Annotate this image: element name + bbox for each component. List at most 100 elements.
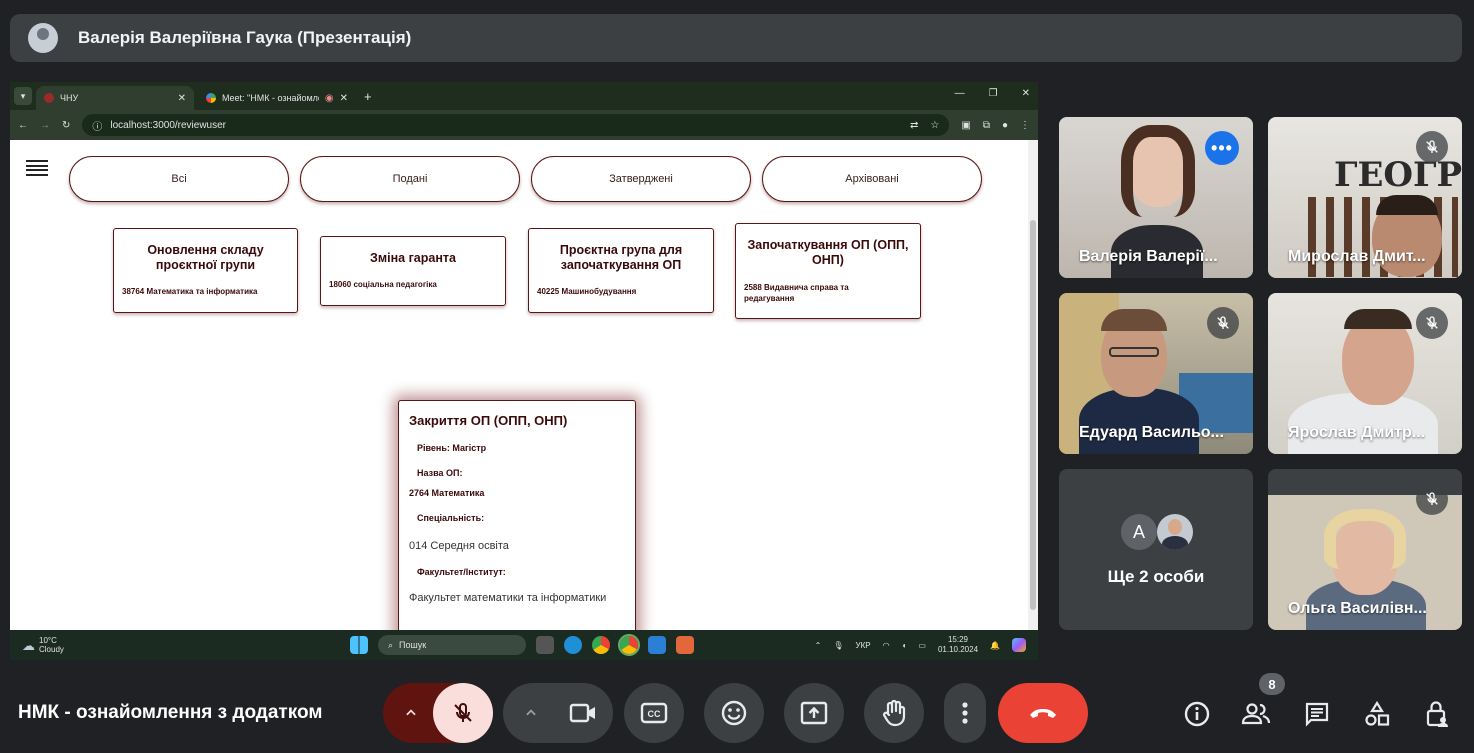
close-icon[interactable]: ✕ [178, 93, 186, 104]
emoji-icon [721, 700, 747, 726]
shared-screen: ▾ ЧНУ ✕ Meet: "НМК - ознайомлен ◉ ✕ + — … [10, 82, 1038, 660]
participant-tile[interactable]: ••• Валерія Валерії... [1059, 117, 1253, 278]
more-options-icon[interactable]: ••• [1205, 131, 1239, 165]
leave-call-button[interactable] [998, 683, 1088, 743]
menu-icon[interactable]: ⋮ [1020, 120, 1030, 131]
close-window-icon[interactable]: ✕ [1022, 88, 1030, 99]
clock[interactable]: 15:29 01.10.2024 [938, 635, 978, 655]
meeting-details-button[interactable] [1181, 698, 1213, 730]
extensions-puzzle-icon[interactable]: ⧉ [983, 120, 990, 131]
weather-temp: 10°C [39, 636, 57, 645]
volume-icon[interactable]: ◖ [902, 641, 907, 650]
videocam-icon [569, 703, 595, 723]
vscode-icon[interactable] [648, 636, 666, 654]
request-card[interactable]: Започаткування ОП (ОПП, ОНП) 2588 Видавн… [735, 223, 921, 319]
language-indicator[interactable]: УКР [856, 641, 871, 650]
back-icon[interactable]: ← [18, 120, 28, 131]
extension-icon[interactable]: ▣ [961, 120, 970, 131]
bookmark-star-icon[interactable]: ☆ [930, 120, 939, 131]
tab-title: Meet: "НМК - ознайомлен [222, 93, 319, 103]
captions-button[interactable]: CC [624, 683, 684, 743]
filter-all-button[interactable]: Всі [69, 156, 289, 202]
mic-toggle-button[interactable] [433, 683, 493, 743]
chevron-up-icon [405, 709, 416, 716]
start-icon[interactable] [350, 636, 368, 654]
system-tray: ⌃ 🎙 УКР ◠ ◖ ▭ 15:29 01.10.2024 🔔 [815, 635, 1026, 655]
info-icon [1184, 701, 1210, 727]
hamburger-menu-icon[interactable] [26, 160, 48, 176]
presenter-bar: Валерія Валеріївна Гаука (Презентація) [10, 14, 1462, 62]
participant-avatar: A [1121, 514, 1157, 550]
chrome-active-icon[interactable] [618, 634, 640, 656]
participant-avatar-photo [1157, 514, 1193, 550]
url-field[interactable]: ⓘ localhost:3000/reviewuser ⇄ ☆ [82, 114, 950, 136]
wall-letters: ГЕОГР [1334, 155, 1462, 195]
task-view-icon[interactable] [536, 636, 554, 654]
copilot-icon[interactable] [1012, 638, 1026, 652]
profile-icon[interactable]: ● [1002, 120, 1008, 131]
site-info-icon[interactable]: ⓘ [92, 118, 102, 133]
taskbar-search[interactable]: ⌕ Пошук [378, 635, 526, 655]
weather-widget[interactable]: ☁ 10°C Cloudy [22, 636, 64, 654]
participant-count-badge: 8 [1259, 673, 1285, 695]
participant-tile[interactable]: Едуард Васильо... [1059, 293, 1253, 454]
people-button[interactable] [1240, 698, 1272, 730]
host-controls-button[interactable] [1421, 698, 1453, 730]
request-title: Оновлення складу проєктної групи [147, 243, 264, 272]
page-scrollbar[interactable] [1028, 140, 1038, 630]
more-options-button[interactable] [944, 683, 986, 743]
edge-icon[interactable] [564, 636, 582, 654]
reload-icon[interactable]: ↻ [62, 120, 70, 131]
presenter-name: Валерія Валеріївна Гаука (Презентація) [78, 28, 412, 47]
meeting-title: НМК - ознайомлення з додатком [18, 702, 323, 723]
minimize-icon[interactable]: — [955, 88, 965, 99]
more-participants-tile[interactable]: A Ще 2 особи [1059, 469, 1253, 630]
close-icon[interactable]: ✕ [340, 93, 348, 104]
microphone-icon[interactable]: 🎙 [833, 641, 843, 650]
participant-tile[interactable]: ГЕОГР Мирослав Дмит... [1268, 117, 1462, 278]
request-card[interactable]: Проєктна група для започаткування ОП 402… [528, 228, 714, 313]
forward-icon[interactable]: → [40, 120, 50, 131]
request-subtitle: 38764 Математика та інформатика [122, 287, 258, 296]
tab-search-button[interactable]: ▾ [14, 87, 32, 105]
participant-name: Ольга Василівн... [1288, 600, 1427, 617]
raise-hand-button[interactable] [864, 683, 924, 743]
reactions-button[interactable] [704, 683, 764, 743]
taskbar-apps: ⌕ Пошук [350, 634, 694, 656]
filter-submitted-button[interactable]: Подані [300, 156, 520, 202]
window-controls: — ❐ ✕ [955, 88, 1030, 99]
url-text: localhost:3000/reviewuser [110, 119, 227, 131]
tab-chnu[interactable]: ЧНУ ✕ [36, 86, 194, 110]
new-tab-button[interactable]: + [364, 89, 372, 104]
chevron-up-icon[interactable]: ⌃ [815, 641, 822, 650]
restore-icon[interactable]: ❐ [989, 88, 998, 99]
participant-tile[interactable]: Ольга Василівн... [1268, 469, 1462, 630]
chevron-up-icon [525, 709, 536, 716]
mic-options-button[interactable] [383, 706, 438, 720]
notification-bell-icon[interactable]: 🔔 [990, 641, 1000, 650]
activities-button[interactable] [1361, 698, 1393, 730]
browser-tabbar: ▾ ЧНУ ✕ Meet: "НМК - ознайомлен ◉ ✕ + — … [10, 82, 1038, 110]
request-subtitle: 40225 Машинобудування [537, 287, 637, 296]
camera-control-group [503, 683, 613, 743]
camera-options-button[interactable] [503, 706, 558, 720]
chrome-icon[interactable] [592, 636, 610, 654]
participant-name: Едуард Васильо... [1079, 424, 1224, 441]
mic-off-icon [454, 702, 472, 722]
filter-archived-button[interactable]: Архівовані [762, 156, 982, 202]
request-card[interactable]: Оновлення складу проєктної групи 38764 М… [113, 228, 298, 313]
translate-icon[interactable]: ⇄ [910, 120, 918, 131]
present-screen-button[interactable] [784, 683, 844, 743]
request-detail-card[interactable]: Закриття ОП (ОПП, ОНП) Рівень: Магістр Н… [398, 400, 636, 660]
filter-approved-button[interactable]: Затверджені [531, 156, 751, 202]
request-card[interactable]: Зміна гаранта 18060 соціальна педагогіка [320, 236, 506, 306]
wifi-icon[interactable]: ◠ [883, 641, 890, 650]
chat-button[interactable] [1301, 698, 1333, 730]
xampp-icon[interactable] [676, 636, 694, 654]
presenter-avatar [28, 23, 58, 53]
battery-icon[interactable]: ▭ [918, 641, 926, 650]
camera-toggle-button[interactable] [553, 683, 613, 743]
participant-tile[interactable]: Ярослав Дмитр... [1268, 293, 1462, 454]
faculty-value: Факультет математики та інформатики [409, 592, 607, 604]
tab-meet[interactable]: Meet: "НМК - ознайомлен ◉ ✕ [198, 86, 356, 110]
